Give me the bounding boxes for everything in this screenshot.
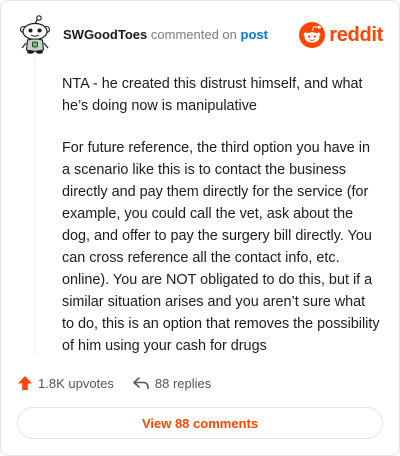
reddit-snoo-icon (299, 22, 326, 48)
upvote-arrow-icon (18, 376, 32, 390)
comment-body: NTA - he created this distrust himself, … (62, 73, 380, 357)
post-link[interactable]: post (241, 27, 268, 42)
replies-count: 88 replies (154, 375, 212, 391)
comment-header: SWGoodToes commented on post reddit (17, 15, 383, 55)
reddit-wordmark: reddit (329, 23, 383, 46)
comment-card: SWGoodToes commented on post reddit NTA … (0, 0, 400, 456)
reddit-logo[interactable]: reddit (299, 22, 383, 48)
comment-paragraph-1: NTA - he created this distrust himself, … (62, 76, 363, 114)
thread-line (34, 59, 35, 355)
upvotes-count: 1.8K upvotes (38, 375, 114, 391)
view-comments-button[interactable]: View 88 comments (17, 407, 383, 439)
comment-paragraph-2: For future reference, the third option y… (62, 140, 380, 354)
comment-stats: 1.8K upvotes 88 replies (17, 373, 211, 393)
replies-stat[interactable]: 88 replies (132, 376, 211, 391)
upvotes-stat[interactable]: 1.8K upvotes (17, 375, 114, 391)
reply-arrow-icon (133, 377, 149, 390)
user-avatar[interactable] (17, 15, 53, 55)
comment-meta: SWGoodToes commented on post (63, 27, 268, 43)
action-text: commented on (150, 27, 237, 42)
username-link[interactable]: SWGoodToes (63, 27, 147, 42)
snoo-avatar-icon (19, 15, 51, 54)
